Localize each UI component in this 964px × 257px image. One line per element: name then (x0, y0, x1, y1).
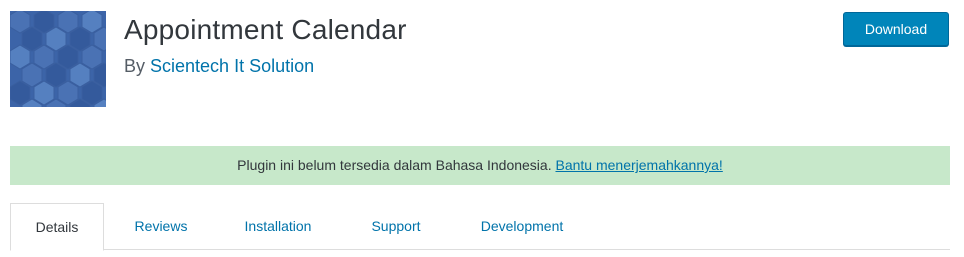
tab-reviews[interactable]: Reviews (111, 203, 211, 250)
author-prefix: By (124, 56, 151, 76)
plugin-author: By Scientech It Solution (124, 56, 314, 77)
plugin-title: Appointment Calendar (124, 14, 407, 45)
tab-details[interactable]: Details (10, 203, 104, 251)
notice-text: Plugin ini belum tersedia dalam Bahasa I… (237, 157, 556, 173)
download-button[interactable]: Download (843, 12, 949, 46)
tab-development[interactable]: Development (462, 203, 582, 250)
translation-notice: Plugin ini belum tersedia dalam Bahasa I… (10, 146, 950, 185)
translate-link[interactable]: Bantu menerjemahkannya! (555, 157, 722, 173)
tab-support[interactable]: Support (355, 203, 437, 250)
plugin-icon (10, 11, 106, 107)
plugin-page: Appointment Calendar By Scientech It Sol… (0, 0, 964, 257)
plugin-tabs: Details Reviews Installation Support Dev… (10, 203, 950, 251)
hexagon-pattern-icon (10, 11, 106, 107)
tab-installation[interactable]: Installation (225, 203, 331, 250)
author-link[interactable]: Scientech It Solution (150, 56, 314, 76)
